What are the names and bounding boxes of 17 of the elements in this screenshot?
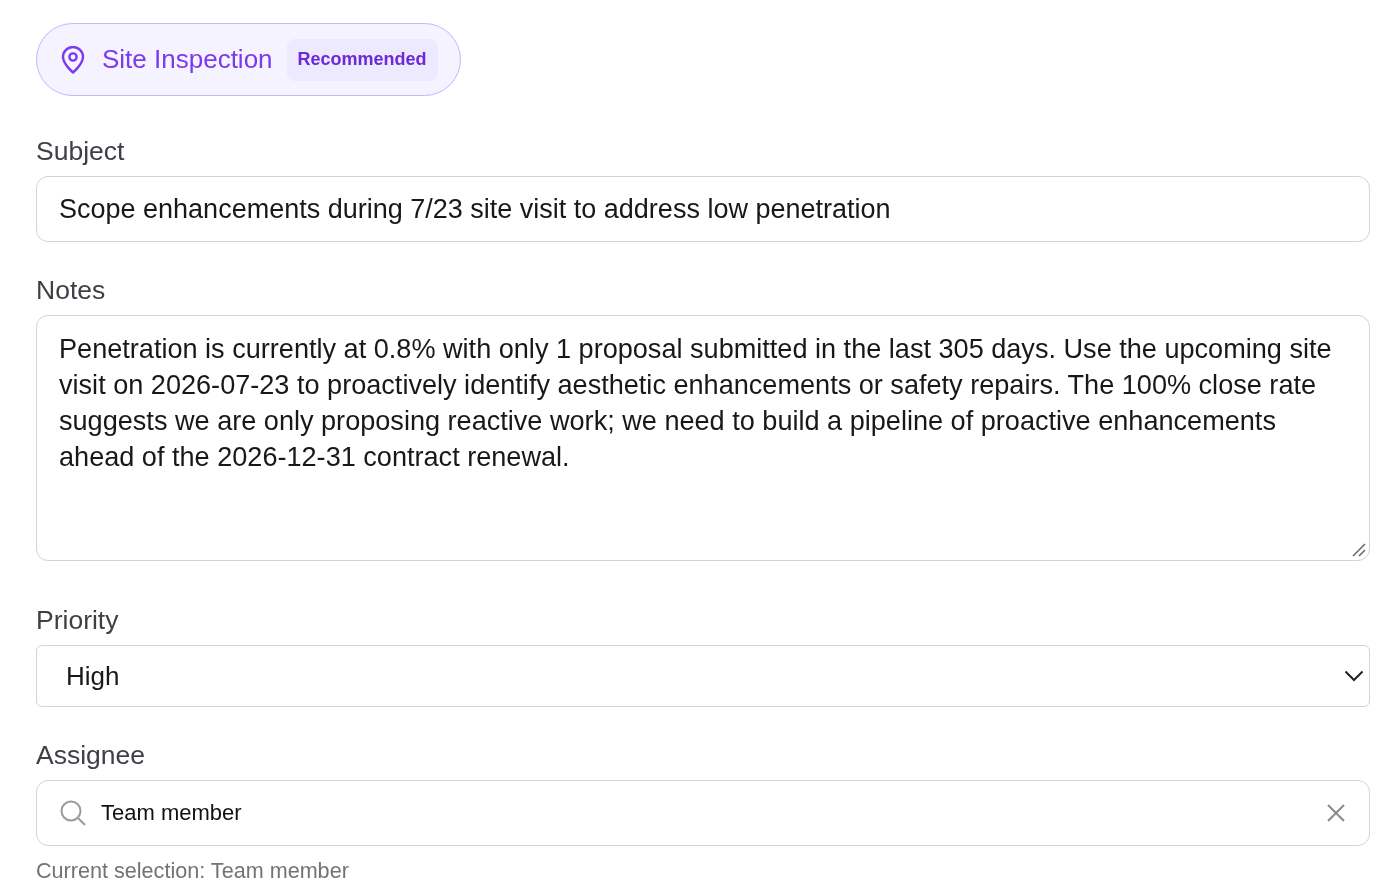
- chevron-down-icon: [1344, 670, 1364, 682]
- recommended-badge: Recommended: [286, 38, 438, 81]
- notes-textarea[interactable]: Penetration is currently at 0.8% with only 1 proposal submitted in the last 305 days. Use the upcoming site visit on 2026-07-23 to proactively identify aesthetic enhancements or safety repairs. The 100% close rate suggests we are only proposing reactive work; we need to build a pipeline of proactive enhancements ahead of the 2026-12-31 contract renewal.: [36, 315, 1370, 561]
- recommendation-chip[interactable]: Site Inspection Recommended: [36, 23, 461, 96]
- field-label: Assignee: [36, 740, 145, 770]
- close-icon[interactable]: [1327, 804, 1345, 822]
- search-icon: [60, 800, 86, 826]
- field-label: Priority: [36, 605, 119, 635]
- field-label: Notes: [36, 275, 106, 305]
- subject-input[interactable]: Scope enhancements during 7/23 site visit to address low penetration: [36, 176, 1370, 242]
- resize-handle-icon[interactable]: [1352, 543, 1366, 557]
- helper-text: Current selection: Team member: [36, 861, 349, 881]
- chip-label: Site Inspection: [102, 44, 273, 75]
- field-label: Subject: [36, 136, 125, 166]
- assignee-search-field[interactable]: Team member: [36, 780, 1370, 846]
- map-pin-icon: [61, 45, 85, 74]
- priority-select[interactable]: High: [36, 645, 1370, 707]
